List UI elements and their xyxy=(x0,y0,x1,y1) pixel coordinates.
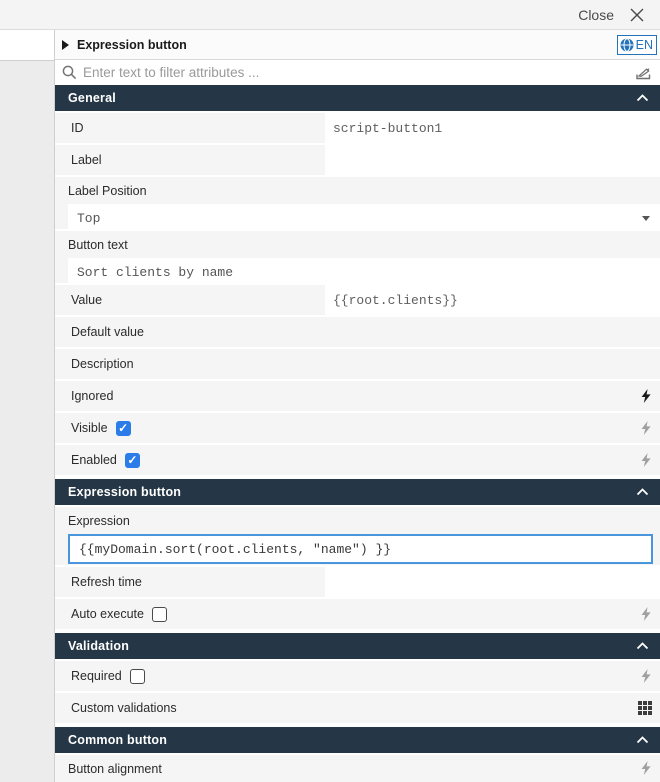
visible-checkbox[interactable] xyxy=(116,421,131,436)
chevron-up-icon xyxy=(636,736,649,744)
attribute-row-required: Required xyxy=(55,661,660,691)
attribute-row-button-alignment: Button alignment xyxy=(55,755,660,782)
panel-header: Expression button EN xyxy=(55,30,660,60)
attribute-row-expression: Expression xyxy=(55,507,660,565)
refresh-time-input[interactable] xyxy=(325,567,660,597)
search-icon xyxy=(62,65,77,80)
top-bar: Close xyxy=(0,0,660,30)
section-header-expression-button[interactable]: Expression button xyxy=(55,479,660,505)
attribute-label: Refresh time xyxy=(55,575,142,589)
dropdown-value: Top xyxy=(77,211,100,226)
language-selector[interactable]: EN xyxy=(617,35,657,55)
attribute-label: ID xyxy=(55,121,84,135)
close-icon[interactable] xyxy=(629,7,645,23)
attribute-label: Enabled xyxy=(55,453,117,467)
section-title: Validation xyxy=(68,639,636,653)
chevron-up-icon xyxy=(636,488,649,496)
attribute-row-auto-execute: Auto execute xyxy=(55,599,660,629)
button-text-input[interactable] xyxy=(68,258,660,286)
attribute-row-default-value[interactable]: Default value xyxy=(55,317,660,347)
language-label: EN xyxy=(636,38,653,52)
panel-title: Expression button xyxy=(77,38,617,52)
expression-bolt-icon[interactable] xyxy=(641,453,651,467)
attribute-row-label: Label xyxy=(55,145,660,175)
filter-row xyxy=(55,60,660,85)
chevron-up-icon xyxy=(636,94,649,102)
attribute-label: Default value xyxy=(55,325,144,339)
expression-input[interactable] xyxy=(68,534,653,564)
enabled-checkbox[interactable] xyxy=(125,453,140,468)
attribute-row-description[interactable]: Description xyxy=(55,349,660,379)
expression-bolt-icon[interactable] xyxy=(641,389,651,403)
attribute-label: Custom validations xyxy=(55,701,177,715)
grid-editor-icon[interactable] xyxy=(638,701,652,715)
attribute-label: Label Position xyxy=(55,184,660,198)
import-attributes-icon[interactable] xyxy=(635,65,652,81)
left-rail-body xyxy=(0,61,54,782)
attribute-row-visible: Visible xyxy=(55,413,660,443)
attribute-row-refresh-time: Refresh time xyxy=(55,567,660,597)
id-input[interactable] xyxy=(325,113,660,143)
label-input[interactable] xyxy=(325,145,660,175)
attribute-row-ignored: Ignored xyxy=(55,381,660,411)
attribute-row-label-position: Label Position Top xyxy=(55,177,660,229)
expression-bolt-icon[interactable] xyxy=(641,669,651,683)
left-rail-top xyxy=(0,30,54,61)
filter-attributes-input[interactable] xyxy=(83,65,629,80)
attribute-label: Expression xyxy=(55,514,660,528)
section-header-common-button[interactable]: Common button xyxy=(55,727,660,753)
attribute-row-enabled: Enabled xyxy=(55,445,660,475)
close-button[interactable]: Close xyxy=(578,7,614,23)
value-input[interactable] xyxy=(325,285,660,315)
attribute-row-custom-validations: Custom validations xyxy=(55,693,660,723)
attribute-row-value: Value xyxy=(55,285,660,315)
attribute-label: Button alignment xyxy=(55,762,660,776)
collapse-triangle-icon[interactable] xyxy=(62,40,69,50)
left-rail xyxy=(0,30,55,782)
attribute-label: Visible xyxy=(55,421,108,435)
section-title: Expression button xyxy=(68,485,636,499)
auto-execute-checkbox[interactable] xyxy=(152,607,167,622)
attributes-panel: Expression button EN xyxy=(55,30,660,782)
attribute-label: Auto execute xyxy=(55,607,144,621)
section-header-general[interactable]: General xyxy=(55,85,660,111)
attribute-label: Button text xyxy=(55,238,660,252)
attribute-label: Required xyxy=(55,669,122,683)
attribute-label: Label xyxy=(55,153,102,167)
section-title: Common button xyxy=(68,733,636,747)
attribute-row-id: ID xyxy=(55,113,660,143)
expression-bolt-icon[interactable] xyxy=(641,761,651,775)
attribute-label: Ignored xyxy=(55,389,113,403)
expression-bolt-icon[interactable] xyxy=(641,421,651,435)
label-position-dropdown[interactable]: Top xyxy=(68,204,660,232)
attribute-label: Value xyxy=(55,293,102,307)
expression-bolt-icon[interactable] xyxy=(641,607,651,621)
attribute-label: Description xyxy=(55,357,134,371)
chevron-down-icon xyxy=(642,216,650,221)
attribute-row-button-text: Button text xyxy=(55,231,660,283)
chevron-up-icon xyxy=(636,642,649,650)
required-checkbox[interactable] xyxy=(130,669,145,684)
section-title: General xyxy=(68,91,636,105)
globe-icon xyxy=(620,38,634,52)
section-header-validation[interactable]: Validation xyxy=(55,633,660,659)
